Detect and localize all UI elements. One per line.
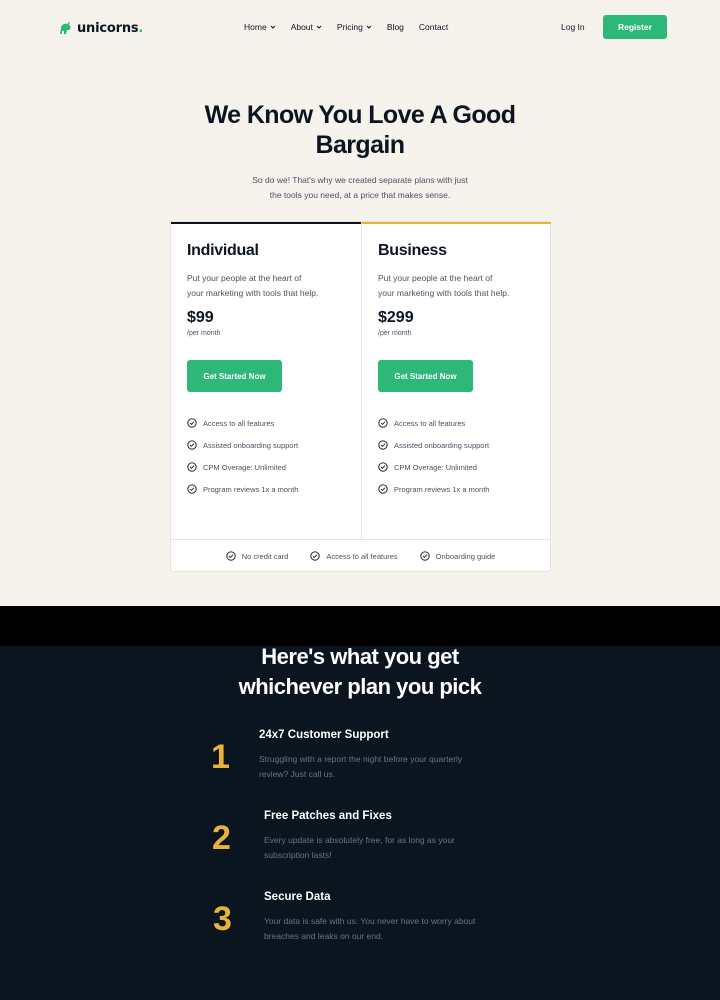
feature-list: Access to all features Assisted onboardi… <box>378 412 489 500</box>
nav-item-about[interactable]: About <box>291 22 322 32</box>
feature-list: Access to all features Assisted onboardi… <box>187 412 298 500</box>
nav-item-label: About <box>290 22 313 32</box>
hero-subtitle-line: So do we! That's why we created separate… <box>252 175 468 185</box>
plan-price: $299 <box>378 309 414 326</box>
feature-label: CPM Overage: Unlimited <box>394 462 477 472</box>
hero-title-line: We Know You Love A Good <box>204 101 516 129</box>
benefit-description-line: Every update is absolutely free, for as … <box>264 835 455 845</box>
benefit-title: Free Patches and Fixes <box>264 810 392 822</box>
feature-label: Assisted onboarding support <box>394 440 490 450</box>
section-divider <box>0 606 720 646</box>
pricing-footer-item: Onboarding guide <box>420 551 496 561</box>
main-menu: Home About Pricing Blog Contact <box>244 22 463 32</box>
plan-name: Individual <box>187 242 259 259</box>
hero-subtitle-line: the tools you need, at a price that make… <box>269 190 451 200</box>
feature-label: Program reviews 1x a month <box>394 484 490 494</box>
benefit-number: 3 <box>213 900 232 938</box>
feature-label: Access to all features <box>203 418 275 428</box>
check-circle-icon <box>187 440 197 450</box>
plan-individual: Individual Put your people at the heart … <box>171 222 361 539</box>
hero-title-line: Bargain <box>315 131 405 159</box>
benefit-description-line: subscription lasts! <box>264 850 332 860</box>
nav-item-label: Contact <box>418 22 449 32</box>
benefit-description-line: Your data is safe with us. You never hav… <box>264 916 476 926</box>
plan-description-line: Put your people at the heart of <box>378 273 493 283</box>
nav-item-label: Blog <box>386 22 404 32</box>
plan-description-line: Put your people at the heart of <box>187 273 302 283</box>
benefit-description: Struggling with a report the night befor… <box>259 752 462 782</box>
nav-item-pricing[interactable]: Pricing <box>337 22 372 32</box>
get-started-button[interactable]: Get Started Now <box>187 360 282 392</box>
check-circle-icon <box>378 440 388 450</box>
plan-business: Business Put your people at the heart of… <box>361 222 551 539</box>
chevron-down-icon <box>270 25 276 29</box>
pricing-footer-label: Onboarding guide <box>435 551 496 561</box>
feature-label: Assisted onboarding support <box>203 440 299 450</box>
benefits-title-line: Here's what you get <box>261 644 459 669</box>
benefit-description: Your data is safe with us. You never hav… <box>264 914 475 944</box>
benefit-description: Every update is absolutely free, for as … <box>264 833 455 863</box>
feature-item: Program reviews 1x a month <box>187 478 298 500</box>
register-button[interactable]: Register <box>603 15 667 39</box>
pricing-footer-label: No credit card <box>241 551 289 561</box>
benefits-title: Here's what you get whichever plan you p… <box>0 642 720 702</box>
pricing-footer-label: Access to all features <box>326 551 398 561</box>
plan-name: Business <box>378 242 447 259</box>
benefits-title-line: whichever plan you pick <box>238 674 482 699</box>
chevron-down-icon <box>316 25 322 29</box>
check-circle-icon <box>378 484 388 494</box>
nav-item-contact[interactable]: Contact <box>419 22 448 32</box>
check-circle-icon <box>187 462 197 472</box>
feature-item: CPM Overage: Unlimited <box>187 456 298 478</box>
check-circle-icon <box>378 418 388 428</box>
check-circle-icon <box>420 551 430 561</box>
nav-item-label: Pricing <box>336 22 363 32</box>
plan-price: $99 <box>187 309 214 326</box>
feature-label: CPM Overage: Unlimited <box>203 462 286 472</box>
feature-item: CPM Overage: Unlimited <box>378 456 489 478</box>
feature-label: Program reviews 1x a month <box>203 484 299 494</box>
plan-description-line: your marketing with tools that help. <box>378 288 510 298</box>
plan-description: Put your people at the heart of your mar… <box>378 271 543 301</box>
feature-item: Assisted onboarding support <box>187 434 298 456</box>
check-circle-icon <box>226 551 236 561</box>
brand-name: unicorns. <box>77 20 144 36</box>
benefit-description-line: breaches and leaks on our end. <box>264 931 384 941</box>
plan-description-line: your marketing with tools that help. <box>187 288 319 298</box>
benefit-title: Secure Data <box>264 891 331 903</box>
pricing-footer-item: No credit card <box>226 551 289 561</box>
feature-item: Program reviews 1x a month <box>378 478 489 500</box>
pricing-card: Individual Put your people at the heart … <box>170 221 551 572</box>
pricing-footer-item: Access to all features <box>310 551 398 561</box>
benefit-number: 2 <box>212 819 231 857</box>
feature-item: Access to all features <box>378 412 489 434</box>
unicorn-icon <box>60 21 71 34</box>
benefit-title: 24x7 Customer Support <box>259 729 389 741</box>
top-nav: unicorns. Home About Pricing Blog Contac… <box>0 0 720 56</box>
benefit-description-line: Struggling with a report the night befor… <box>259 754 463 764</box>
check-circle-icon <box>187 484 197 494</box>
plan-period: /per month <box>187 330 221 337</box>
check-circle-icon <box>187 418 197 428</box>
nav-item-label: Home <box>244 22 267 32</box>
brand-logo[interactable]: unicorns. <box>57 20 143 36</box>
check-circle-icon <box>378 462 388 472</box>
nav-item-home[interactable]: Home <box>244 22 276 32</box>
pricing-footer: No credit card Access to all features On… <box>171 539 550 572</box>
benefit-number: 1 <box>211 738 230 776</box>
get-started-button[interactable]: Get Started Now <box>378 360 473 392</box>
feature-item: Access to all features <box>187 412 298 434</box>
chevron-down-icon <box>366 25 372 29</box>
login-link[interactable]: Log In <box>561 22 585 32</box>
nav-item-blog[interactable]: Blog <box>387 22 404 32</box>
benefit-description-line: review? Just call us. <box>259 769 336 779</box>
check-circle-icon <box>310 551 321 561</box>
hero-subtitle: So do we! That's why we created separate… <box>0 173 720 203</box>
feature-label: Access to all features <box>394 418 466 428</box>
plan-period: /per month <box>378 330 412 337</box>
plan-description: Put your people at the heart of your mar… <box>187 271 352 301</box>
hero-title: We Know You Love A Good Bargain <box>0 100 720 160</box>
feature-item: Assisted onboarding support <box>378 434 489 456</box>
